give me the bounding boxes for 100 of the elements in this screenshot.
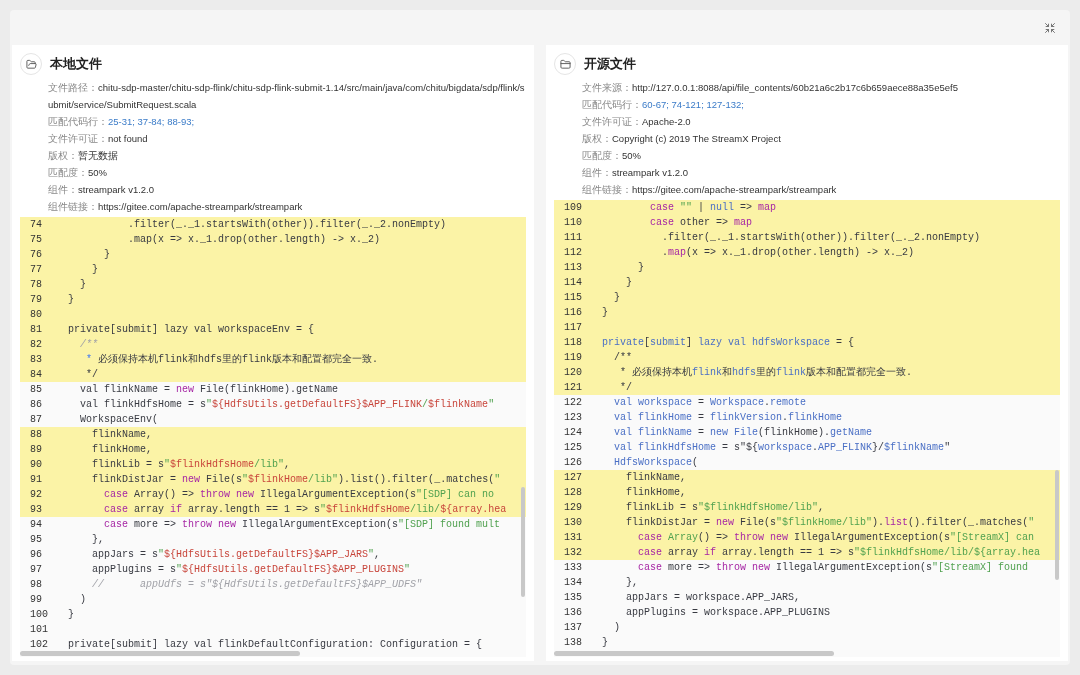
line-number: 119 [554, 350, 590, 365]
info-field: 匹配代码行：25-31; 37-84; 88-93; [48, 113, 526, 130]
code-line: appPlugins = s"${HdfsUtils.getDefaultFS}$APP_PLUGINS" [91, 563, 412, 577]
line-number: 101 [29, 623, 49, 637]
code-line: case more => throw new IllegalArgumentException(s"[StreamX] found [637, 561, 1030, 575]
line-number: 127 [554, 470, 590, 485]
line-number: 97 [29, 563, 43, 577]
line-number: 136 [563, 606, 583, 620]
code-line: case more => throw new IllegalArgumentException(s"[SDP] found mult [103, 518, 502, 532]
line-number: 113 [554, 260, 590, 275]
code-line: } [67, 608, 75, 622]
line-number: 129 [554, 500, 590, 515]
line-number: 76 [20, 247, 56, 262]
line-number: 78 [20, 277, 56, 292]
code-line: }, [625, 576, 639, 590]
scrollbar-thumb[interactable] [554, 651, 834, 656]
line-number: 99 [29, 593, 43, 607]
line-number: 118 [554, 335, 590, 350]
code-line: val flinkHome = flinkVersion.flinkHome [613, 411, 844, 425]
line-number: 138 [563, 636, 583, 650]
line-number: 128 [554, 485, 590, 500]
line-number: 100 [29, 608, 49, 622]
line-number: 120 [554, 365, 590, 380]
info-field: 文件路径：chitu-sdp-master/chitu-sdp-flink/chitu-sdp-flink-submit-1.14/src/main/java/com/chitu/bigdata/sdp/flink/submit/service/SubmitRequest.scala [48, 79, 526, 113]
line-number: 77 [20, 262, 56, 277]
line-number: 92 [20, 487, 56, 502]
info-field: 版权：Copyright (c) 2019 The StreamX Project [582, 130, 1060, 147]
line-number: 122 [563, 396, 583, 410]
scrollbar-thumb[interactable] [521, 487, 525, 597]
panel-title: 本地文件 [50, 55, 102, 74]
line-number: 74 [20, 217, 56, 232]
line-number: 114 [554, 275, 590, 290]
info-field: 组件：streampark v1.2.0 [582, 164, 1060, 181]
line-number: 115 [554, 290, 590, 305]
line-number: 135 [563, 591, 583, 605]
line-number: 75 [20, 232, 56, 247]
line-number: 133 [563, 561, 583, 575]
line-number: 130 [554, 515, 590, 530]
line-number: 79 [20, 292, 56, 307]
code-line: val flinkName = new File(flinkHome).getName [79, 383, 340, 397]
line-number: 131 [554, 530, 590, 545]
info-field: 文件许可证：not found [48, 130, 526, 147]
code-line: appJars = s"${HdfsUtils.getDefaultFS}$APP_JARS", [91, 548, 382, 562]
line-number: 134 [563, 576, 583, 590]
line-number: 83 [20, 352, 56, 367]
info-field: 组件链接：https://gitee.com/apache-streampark/streampark [48, 198, 526, 215]
code-line: val workspace = Workspace.remote [613, 396, 808, 410]
line-number: 94 [29, 518, 43, 532]
line-number: 80 [20, 307, 56, 322]
line-number: 112 [554, 245, 590, 260]
line-number: 96 [29, 548, 43, 562]
info-field: 组件链接：https://gitee.com/apache-streampark/streampark [582, 181, 1060, 198]
line-number: 121 [554, 380, 590, 395]
line-number: 125 [563, 441, 583, 455]
line-number: 82 [20, 337, 56, 352]
code-line: appPlugins = workspace.APP_PLUGINS [625, 606, 832, 620]
line-number: 110 [554, 215, 590, 230]
code-line: private[submit] lazy val flinkDefaultConfiguration: Configuration = { [67, 638, 484, 650]
line-number: 89 [20, 442, 56, 457]
line-number: 126 [563, 456, 583, 470]
line-number: 117 [554, 320, 590, 335]
line-number: 102 [29, 638, 49, 650]
line-number: 98 [29, 578, 43, 592]
info-field: 组件：streampark v1.2.0 [48, 181, 526, 198]
line-number: 85 [29, 383, 43, 397]
line-number: 81 [20, 322, 56, 337]
line-number: 88 [20, 427, 56, 442]
code-line: ) [79, 593, 87, 607]
info-field: 匹配度：50% [582, 147, 1060, 164]
line-number: 111 [554, 230, 590, 245]
info-field: 文件来源：http://127.0.0.1:8088/api/file_contents/60b21a6c2b17c6b659aece88a35e5ef5 [582, 79, 1060, 96]
info-field: 匹配代码行：60-67; 74-121; 127-132; [582, 96, 1060, 113]
line-number: 109 [554, 200, 590, 215]
panel-title: 开源文件 [584, 55, 636, 74]
info-field: 匹配度：50% [48, 164, 526, 181]
code-line: ) [613, 621, 621, 635]
line-number: 95 [29, 533, 43, 547]
code-line: appJars = workspace.APP_JARS, [625, 591, 802, 605]
scrollbar-thumb[interactable] [20, 651, 300, 656]
code-line: // appUdfs = s"${HdfsUtils.getDefaultFS}$APP_UDFS" [91, 578, 424, 592]
scrollbar-thumb[interactable] [1055, 470, 1059, 580]
line-number: 132 [554, 545, 590, 560]
info-field: 版权：暂无数据 [48, 147, 526, 164]
line-number: 91 [20, 472, 56, 487]
line-number: 84 [20, 367, 56, 382]
code-line: val flinkName = new File(flinkHome).getName [613, 426, 874, 440]
code-line: }, [91, 533, 105, 547]
code-line: HdfsWorkspace( [613, 456, 700, 470]
line-number: 137 [563, 621, 583, 635]
line-number: 116 [554, 305, 590, 320]
line-number: 93 [20, 502, 56, 517]
code-line: WorkspaceEnv( [79, 413, 160, 427]
line-number: 123 [563, 411, 583, 425]
line-number: 90 [20, 457, 56, 472]
code-line: } [601, 636, 609, 650]
code-line: val flinkHdfsHome = s"${HdfsUtils.getDefaultFS}$APP_FLINK/$flinkName" [79, 398, 496, 412]
line-number: 86 [29, 398, 43, 412]
line-number: 87 [29, 413, 43, 427]
code-line: val flinkHdfsHome = s"${workspace.APP_FLINK}/$flinkName" [613, 441, 952, 455]
info-field: 文件许可证：Apache-2.0 [582, 113, 1060, 130]
